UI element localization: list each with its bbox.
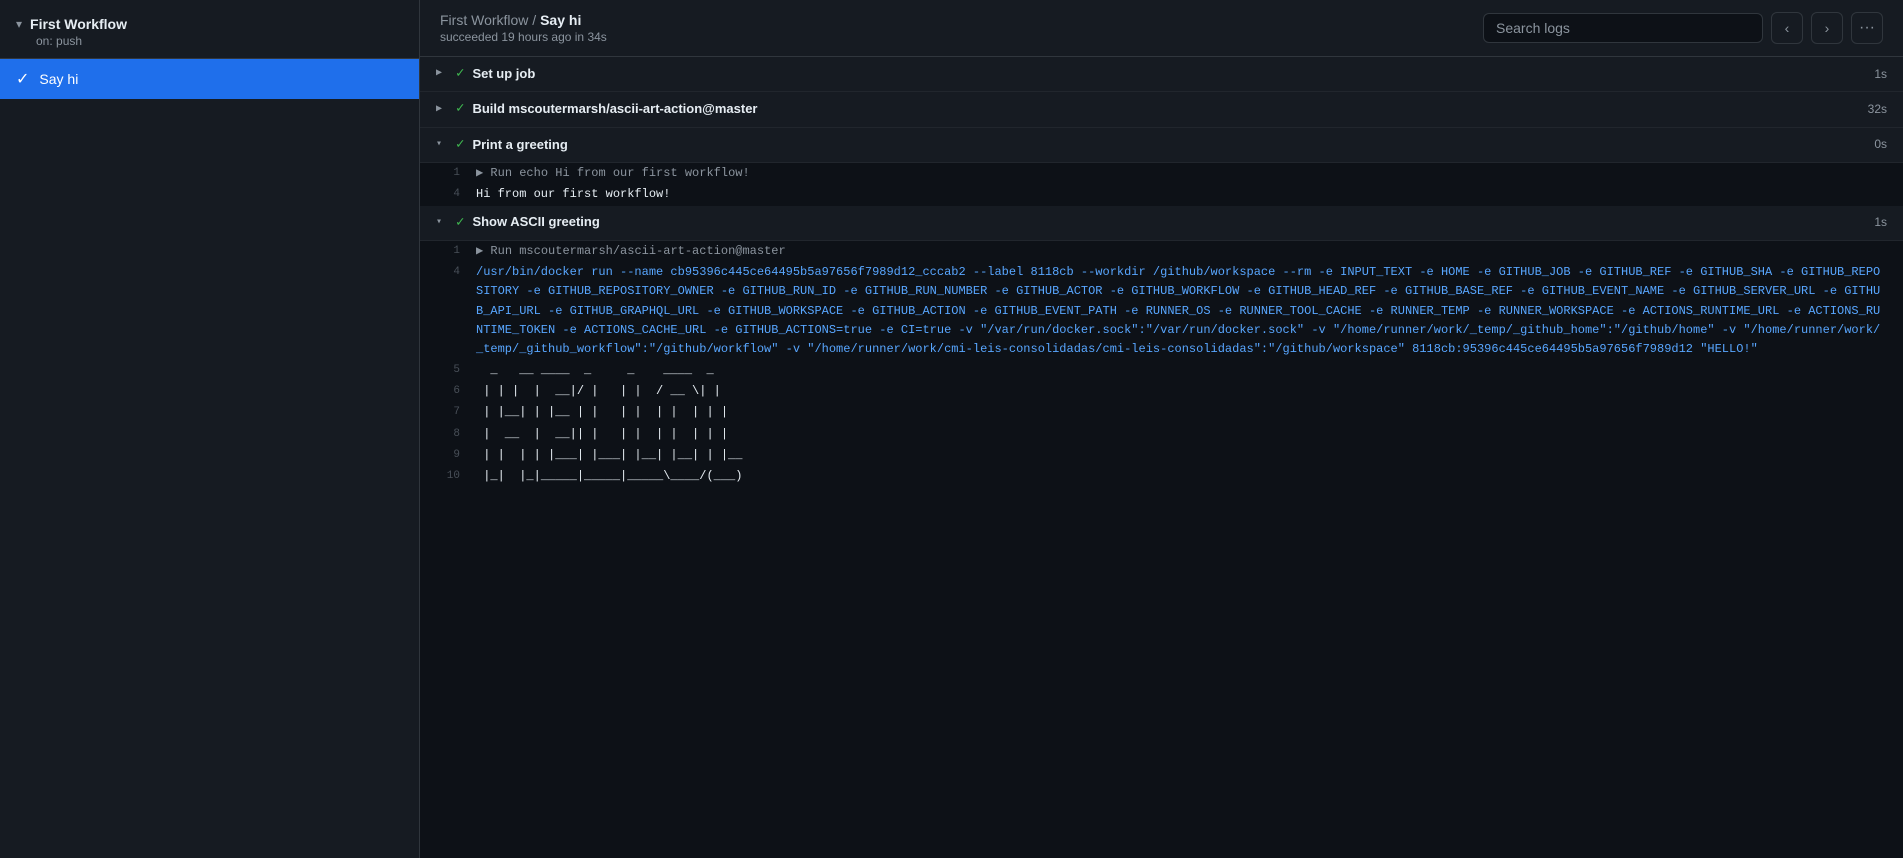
- log-line: 9 | | | | |___| |___| |__| |__| | |__: [420, 445, 1903, 466]
- log-line-inner: 5 _ __ ____ _ _ ____ _: [436, 360, 1887, 381]
- breadcrumb-workflow: First Workflow: [440, 12, 528, 28]
- job-item-say-hi[interactable]: ✓ Say hi: [0, 59, 419, 99]
- breadcrumb-job: Say hi: [540, 12, 581, 28]
- line-content: | | | | |___| |___| |__| |__| | |__: [476, 446, 1887, 465]
- log-line: 1 ▶ Run mscoutermarsh/ascii-art-action@m…: [420, 241, 1903, 262]
- step-toggle: ▾: [436, 137, 448, 153]
- log-section-show-ascii: 1 ▶ Run mscoutermarsh/ascii-art-action@m…: [420, 241, 1903, 487]
- log-line-inner: 10 |_| |_|_____|_____|_____\____/(___): [436, 466, 1887, 487]
- search-input[interactable]: [1483, 13, 1763, 43]
- line-content: _ __ ____ _ _ ____ _: [476, 361, 1887, 380]
- line-number: 7: [436, 403, 476, 422]
- log-line-inner: 9 | | | | |___| |___| |__| |__| | |__: [436, 445, 1887, 466]
- line-number: 4: [436, 185, 476, 204]
- step-duration: 32s: [1868, 100, 1887, 119]
- line-content: /usr/bin/docker run --name cb95396c445ce…: [476, 263, 1887, 359]
- search-input-wrapper: [1483, 13, 1763, 43]
- line-number: 10: [436, 467, 476, 486]
- main-content: First Workflow / Say hi succeeded 19 hou…: [420, 0, 1903, 858]
- step-duration: 1s: [1874, 213, 1887, 232]
- check-icon: ✓: [16, 69, 29, 89]
- log-area: ▶ ✓ Set up job 1s ▶ ✓ Build mscoutermars…: [420, 57, 1903, 858]
- step-name: Print a greeting: [472, 135, 1874, 156]
- step-name: Set up job: [472, 64, 1874, 85]
- breadcrumb-path: First Workflow / Say hi: [440, 12, 607, 28]
- line-number: 9: [436, 446, 476, 465]
- log-line-inner: 6 | | | | __|/ | | | / __ \| |: [436, 381, 1887, 402]
- workflow-header: ▾ First Workflow on: push: [0, 0, 419, 59]
- workflow-trigger: on: push: [16, 34, 403, 48]
- log-line-inner: 7 | |__| | |__ | | | | | | | | |: [436, 402, 1887, 423]
- sidebar: ▾ First Workflow on: push ✓ Say hi: [0, 0, 420, 858]
- line-number: 1: [436, 242, 476, 261]
- line-number: 6: [436, 382, 476, 401]
- step-check-icon: ✓: [456, 98, 464, 120]
- log-line: 6 | | | | __|/ | | | / __ \| |: [420, 381, 1903, 402]
- line-content: | | | | __|/ | | | / __ \| |: [476, 382, 1887, 401]
- workflow-name: First Workflow: [30, 16, 127, 32]
- step-check-icon: ✓: [456, 134, 464, 156]
- line-content: ▶ Run echo Hi from our first workflow!: [476, 164, 1887, 183]
- log-line: 4 /usr/bin/docker run --name cb95396c445…: [420, 262, 1903, 360]
- line-number: 8: [436, 425, 476, 444]
- step-duration: 0s: [1874, 135, 1887, 154]
- log-line: 4 Hi from our first workflow!: [420, 184, 1903, 205]
- log-line: 5 _ __ ____ _ _ ____ _: [420, 360, 1903, 381]
- step-row-build[interactable]: ▶ ✓ Build mscoutermarsh/ascii-art-action…: [420, 92, 1903, 127]
- top-bar-actions: ‹ › ···: [1483, 12, 1883, 44]
- step-name: Build mscoutermarsh/ascii-art-action@mas…: [472, 99, 1867, 120]
- log-section-print-greeting: 1 ▶ Run echo Hi from our first workflow!…: [420, 163, 1903, 205]
- prev-button[interactable]: ‹: [1771, 12, 1803, 44]
- step-check-icon: ✓: [456, 212, 464, 234]
- line-content: | |__| | |__ | | | | | | | | |: [476, 403, 1887, 422]
- log-line-inner: 1 ▶ Run mscoutermarsh/ascii-art-action@m…: [436, 241, 1887, 262]
- step-row-show-ascii[interactable]: ▾ ✓ Show ASCII greeting 1s: [420, 206, 1903, 241]
- chevron-down-icon[interactable]: ▾: [16, 17, 22, 31]
- line-number: 4: [436, 263, 476, 359]
- line-content: | __ | __|| | | | | | | | |: [476, 425, 1887, 444]
- step-check-icon: ✓: [456, 63, 464, 85]
- log-line-inner: 4 Hi from our first workflow!: [436, 184, 1887, 205]
- step-toggle: ▶: [436, 66, 448, 82]
- line-number: 5: [436, 361, 476, 380]
- next-button[interactable]: ›: [1811, 12, 1843, 44]
- log-line: 7 | |__| | |__ | | | | | | | | |: [420, 402, 1903, 423]
- line-content: ▶ Run mscoutermarsh/ascii-art-action@mas…: [476, 242, 1887, 261]
- log-line: 1 ▶ Run echo Hi from our first workflow!: [420, 163, 1903, 184]
- step-row-print-greeting[interactable]: ▾ ✓ Print a greeting 0s: [420, 128, 1903, 163]
- line-content: |_| |_|_____|_____|_____\____/(___): [476, 467, 1887, 486]
- job-label: Say hi: [39, 71, 78, 87]
- line-number: 1: [436, 164, 476, 183]
- log-line: 10 |_| |_|_____|_____|_____\____/(___): [420, 466, 1903, 487]
- step-row-setup-job[interactable]: ▶ ✓ Set up job 1s: [420, 57, 1903, 92]
- log-line: 8 | __ | __|| | | | | | | | |: [420, 424, 1903, 445]
- more-button[interactable]: ···: [1851, 12, 1883, 44]
- line-content: Hi from our first workflow!: [476, 185, 1887, 204]
- step-toggle: ▾: [436, 215, 448, 231]
- step-name: Show ASCII greeting: [472, 212, 1874, 233]
- log-line-inner: 1 ▶ Run echo Hi from our first workflow!: [436, 163, 1887, 184]
- breadcrumb-subtitle: succeeded 19 hours ago in 34s: [440, 30, 607, 44]
- log-line-inner: 8 | __ | __|| | | | | | | | |: [436, 424, 1887, 445]
- step-toggle: ▶: [436, 102, 448, 118]
- top-bar: First Workflow / Say hi succeeded 19 hou…: [420, 0, 1903, 57]
- step-duration: 1s: [1874, 65, 1887, 84]
- jobs-list: ✓ Say hi: [0, 59, 419, 99]
- log-line-inner: 4 /usr/bin/docker run --name cb95396c445…: [436, 262, 1887, 360]
- breadcrumb: First Workflow / Say hi succeeded 19 hou…: [440, 12, 607, 44]
- workflow-title-row: ▾ First Workflow: [16, 16, 403, 32]
